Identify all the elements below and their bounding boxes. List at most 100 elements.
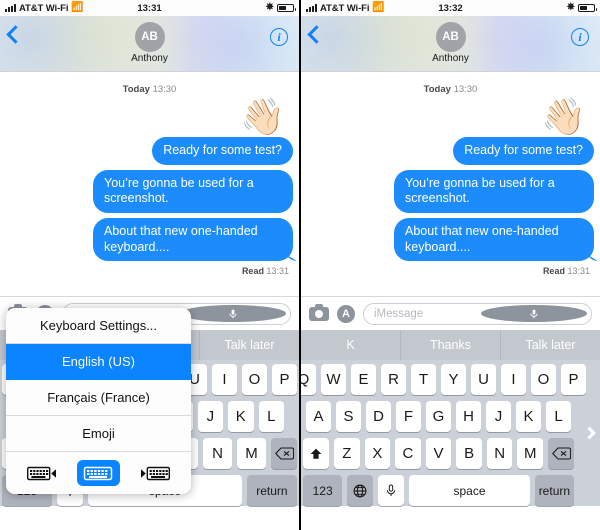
- language-option-french[interactable]: Français (France): [6, 380, 191, 416]
- contact-header[interactable]: AB Anthony: [301, 22, 600, 64]
- key-l[interactable]: L: [546, 401, 571, 432]
- key-q[interactable]: Q: [301, 364, 316, 395]
- space-key[interactable]: space: [409, 475, 530, 506]
- key-h[interactable]: H: [456, 401, 481, 432]
- keyboard-settings-item[interactable]: Keyboard Settings...: [6, 308, 191, 344]
- numeric-switch-key[interactable]: 123: [303, 475, 343, 506]
- navigation-bar: AB Anthony i: [301, 16, 600, 72]
- key-v[interactable]: V: [425, 438, 452, 469]
- day-timestamp: Today 13:30: [6, 84, 293, 95]
- delete-backspace-icon[interactable]: [271, 438, 297, 469]
- key-i[interactable]: I: [212, 364, 237, 395]
- mic-glyph: [229, 309, 237, 318]
- imessage-placeholder: iMessage: [374, 307, 424, 320]
- status-left-group: AT&T Wi-Fi 📶: [5, 3, 84, 14]
- message-row: Ready for some test?: [307, 137, 594, 165]
- key-t[interactable]: T: [411, 364, 436, 395]
- delete-glyph: [551, 447, 571, 460]
- read-receipt-label: Read: [241, 266, 264, 277]
- message-input-toolbar: A iMessage: [301, 296, 600, 330]
- message-bubble[interactable]: About that new one-handed keyboard....: [394, 217, 594, 262]
- keyboard-settings-popup: Keyboard Settings... English (US) França…: [6, 308, 191, 494]
- key-k[interactable]: K: [228, 401, 254, 432]
- battery-icon: [277, 4, 296, 12]
- keyboard-left-handed-icon[interactable]: [21, 460, 64, 486]
- signal-bars-icon: [5, 4, 16, 12]
- microphone-icon[interactable]: [179, 305, 286, 322]
- key-m[interactable]: M: [237, 438, 266, 469]
- day-time: 13:30: [453, 84, 478, 95]
- key-d[interactable]: D: [366, 401, 391, 432]
- info-circle-icon[interactable]: i: [270, 28, 288, 46]
- key-p[interactable]: P: [561, 364, 586, 395]
- app-store-icon[interactable]: A: [337, 304, 355, 323]
- camera-icon[interactable]: [309, 303, 329, 321]
- key-b[interactable]: B: [456, 438, 482, 469]
- key-y[interactable]: Y: [441, 364, 466, 395]
- contact-header[interactable]: AB Anthony: [0, 22, 299, 64]
- key-z[interactable]: Z: [333, 438, 360, 469]
- kb-right-glyph: [140, 466, 170, 480]
- read-receipt-time: 13:31: [266, 266, 289, 277]
- navigation-bar: AB Anthony i: [0, 16, 299, 72]
- prediction-chip[interactable]: K: [301, 330, 401, 360]
- wifi-icon: 📶: [372, 2, 385, 13]
- key-c[interactable]: C: [395, 438, 421, 469]
- prediction-chip[interactable]: Thanks: [401, 330, 501, 360]
- expand-chevron-right-icon[interactable]: [583, 426, 596, 440]
- key-s[interactable]: S: [336, 401, 361, 432]
- imessage-input[interactable]: iMessage: [363, 302, 592, 325]
- key-p[interactable]: P: [272, 364, 297, 395]
- message-bubble[interactable]: Ready for some test?: [453, 137, 594, 165]
- key-a[interactable]: A: [306, 401, 331, 432]
- message-bubble[interactable]: Ready for some test?: [152, 137, 293, 165]
- status-bar: AT&T Wi-Fi 📶 13:31 ✵: [0, 0, 299, 16]
- key-l[interactable]: L: [258, 401, 284, 432]
- day-time: 13:30: [152, 84, 177, 95]
- read-receipt: Read 13:31: [6, 266, 289, 276]
- key-n[interactable]: N: [486, 438, 513, 469]
- key-g[interactable]: G: [426, 401, 451, 432]
- key-r[interactable]: R: [381, 364, 406, 395]
- language-option-emoji[interactable]: Emoji: [6, 416, 191, 452]
- key-u[interactable]: U: [471, 364, 496, 395]
- globe-icon[interactable]: [347, 475, 374, 506]
- shift-arrow-icon[interactable]: [302, 438, 329, 469]
- delete-glyph: [274, 447, 294, 460]
- dictation-microphone-icon[interactable]: [378, 475, 405, 506]
- key-e[interactable]: E: [351, 364, 376, 395]
- key-w[interactable]: W: [321, 364, 346, 395]
- day-label: Today: [423, 84, 451, 95]
- message-bubble[interactable]: About that new one-handed keyboard....: [93, 217, 293, 262]
- message-bubble[interactable]: You’re gonna be used for a screenshot.: [93, 169, 293, 213]
- contact-name: Anthony: [432, 53, 469, 64]
- mic-glyph: [387, 484, 396, 496]
- info-circle-icon[interactable]: i: [571, 28, 589, 46]
- status-bar: AT&T Wi-Fi 📶 13:32 ✵: [301, 0, 600, 16]
- key-o[interactable]: O: [242, 364, 267, 395]
- bluetooth-icon: ✵: [566, 2, 575, 13]
- key-i[interactable]: I: [501, 364, 526, 395]
- wifi-icon: 📶: [71, 2, 84, 13]
- return-key[interactable]: return: [534, 475, 575, 506]
- key-j[interactable]: J: [197, 401, 224, 432]
- key-n[interactable]: N: [203, 438, 232, 469]
- delete-backspace-icon[interactable]: [548, 438, 575, 469]
- key-k[interactable]: K: [516, 401, 541, 432]
- conversation-thread: Today 13:30 👋🏻 Ready for some test? You’…: [0, 72, 299, 296]
- key-m[interactable]: M: [517, 438, 544, 469]
- key-f[interactable]: F: [396, 401, 421, 432]
- language-option-english[interactable]: English (US): [6, 344, 191, 380]
- return-key[interactable]: return: [246, 475, 297, 506]
- key-o[interactable]: O: [531, 364, 556, 395]
- prediction-chip[interactable]: Talk later: [501, 330, 600, 360]
- message-bubble[interactable]: You’re gonna be used for a screenshot.: [394, 169, 594, 213]
- prediction-chip[interactable]: Talk later: [200, 330, 299, 360]
- keyboard-full-width-icon[interactable]: [76, 460, 120, 486]
- key-x[interactable]: X: [364, 438, 391, 469]
- microphone-icon[interactable]: [480, 305, 587, 322]
- key-j[interactable]: J: [486, 401, 511, 432]
- message-row: You’re gonna be used for a screenshot.: [307, 169, 594, 213]
- keyboard-right-handed-icon[interactable]: [133, 460, 176, 486]
- shift-glyph: [310, 448, 322, 459]
